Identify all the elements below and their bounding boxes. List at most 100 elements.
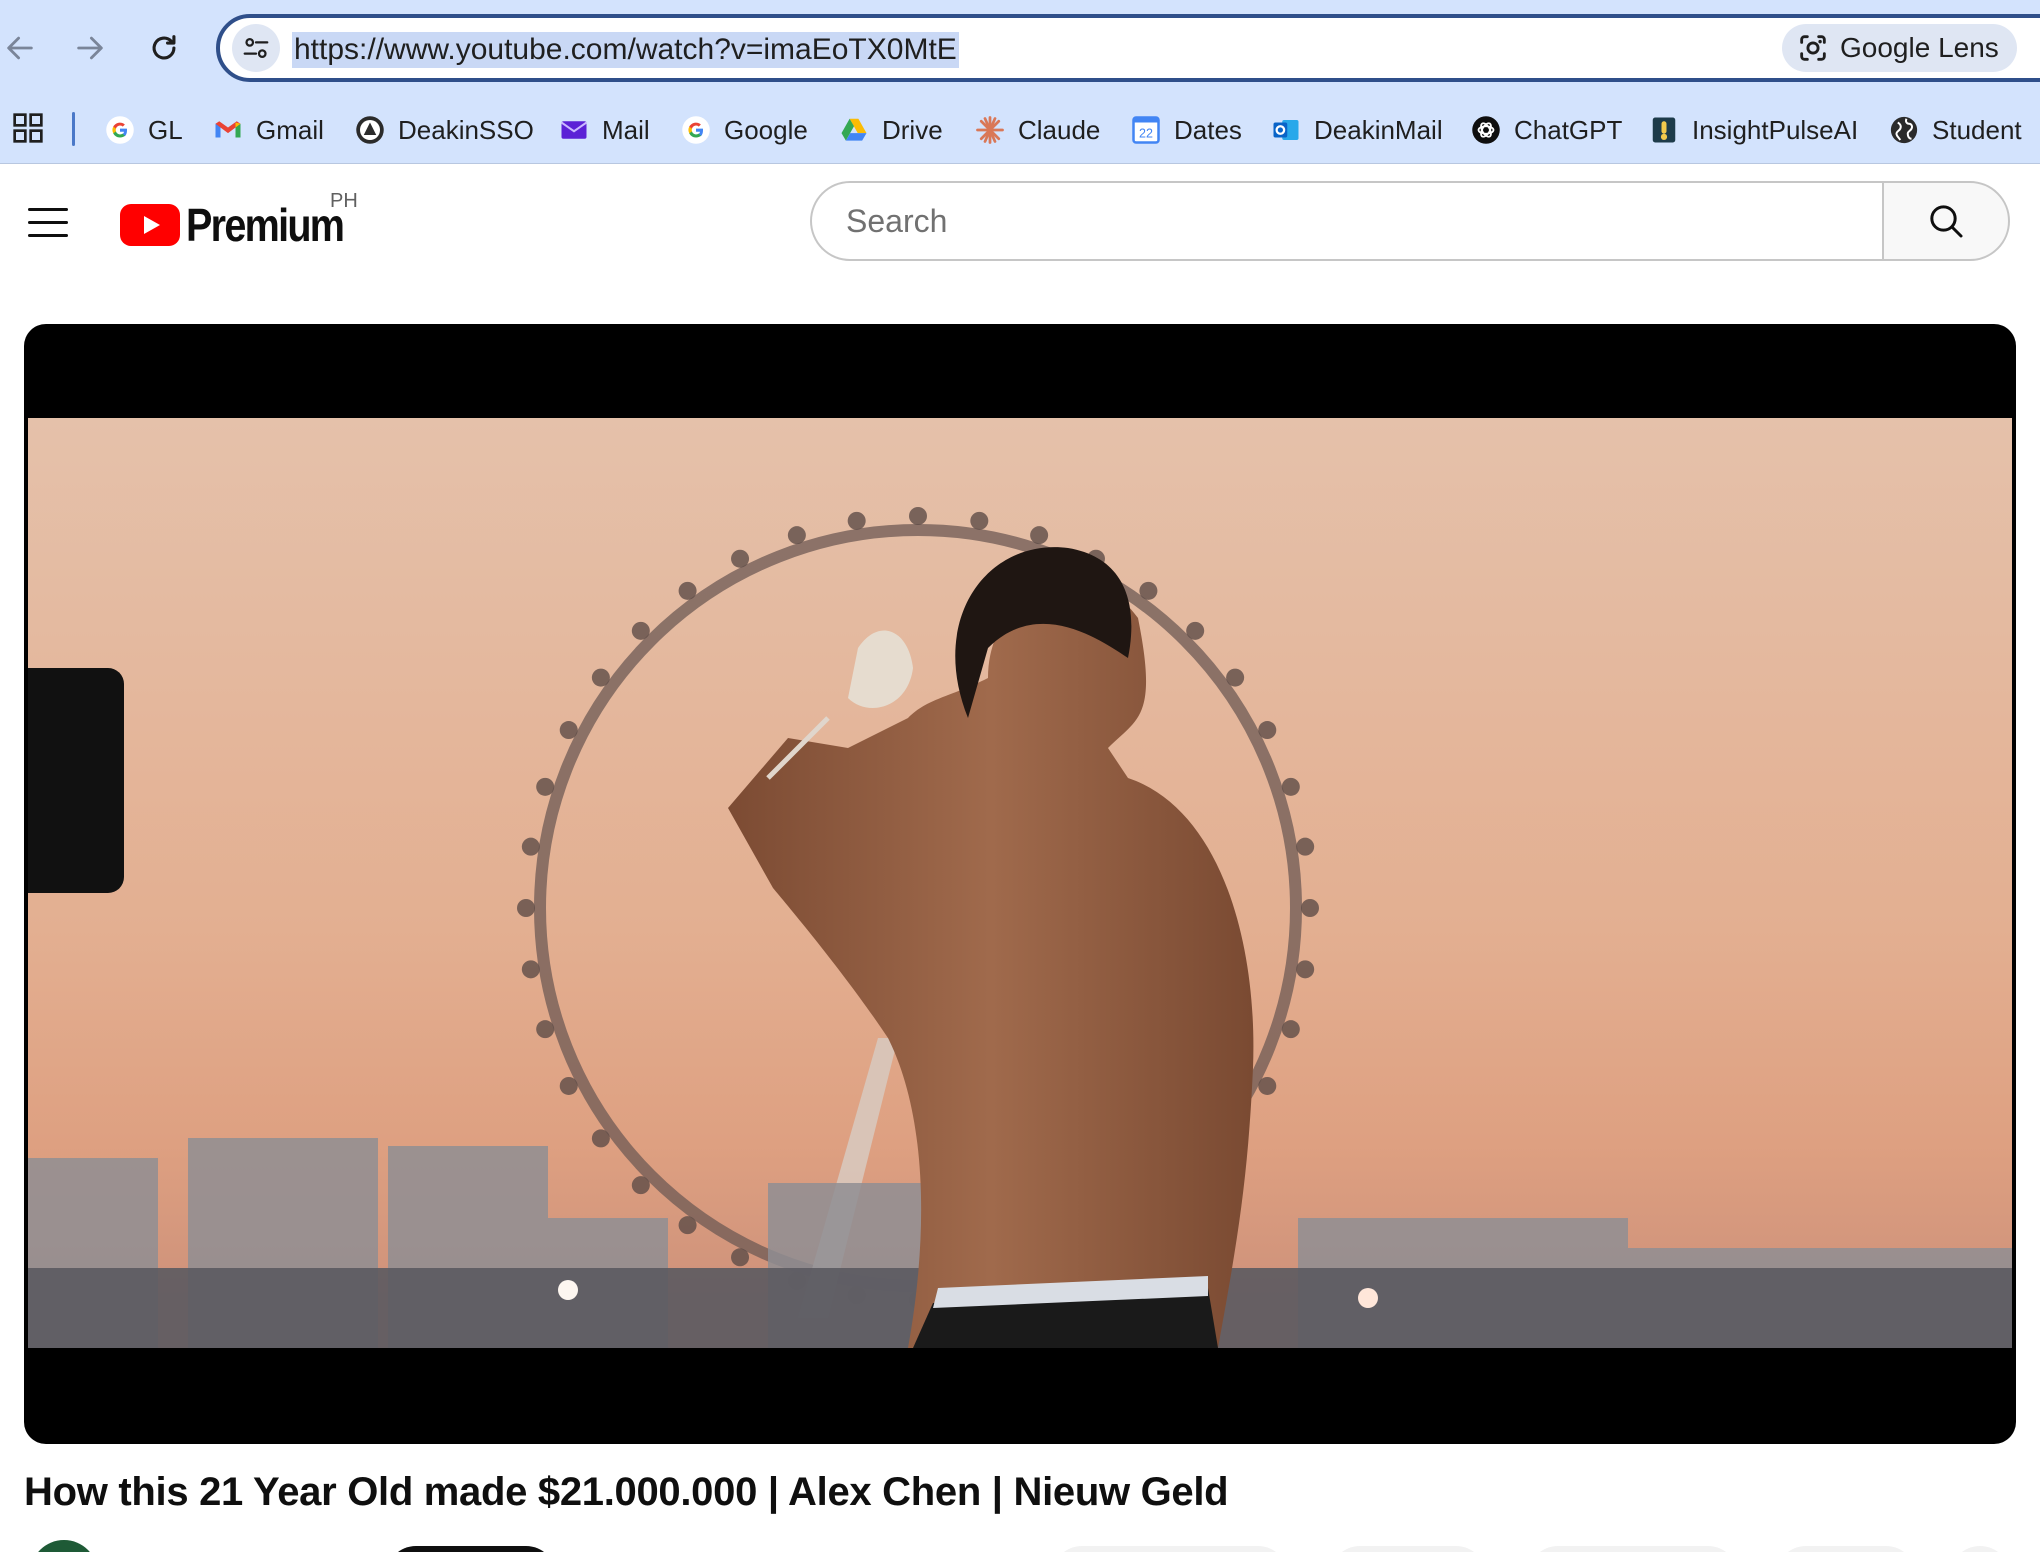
svg-text:22: 22 [1139, 127, 1153, 141]
arrow-left-icon [7, 36, 33, 60]
forward-button[interactable] [64, 22, 116, 74]
insightpulse-icon [1648, 114, 1680, 146]
wheel-cabin [1296, 960, 1315, 979]
wheel-cabin [1186, 621, 1205, 640]
download-button[interactable] [1528, 1546, 1738, 1552]
video-title: How this 21 Year Old made $21.000.000 | … [24, 1470, 1229, 1514]
google-lens-button[interactable]: Google Lens [1782, 24, 2017, 72]
wheel-cabin [521, 960, 540, 979]
wheel-cabin [678, 1216, 697, 1235]
globe-icon [1888, 114, 1920, 146]
bookmarks-bar: GL Gmail DeakinSSO Mail Google Drive Cla… [0, 96, 2040, 164]
bookmark-student[interactable]: Student [1888, 110, 2022, 150]
bookmark-label: Drive [882, 114, 943, 145]
wheel-cabin [1281, 1020, 1300, 1039]
reload-icon [152, 35, 176, 60]
wheel-cabin [1226, 668, 1245, 687]
wheel-cabin [1030, 526, 1049, 545]
wheel-cabin [1301, 899, 1319, 917]
channel-avatar[interactable] [30, 1540, 98, 1552]
bookmark-drive[interactable]: Drive [838, 110, 943, 150]
wheel-cabin [970, 511, 989, 530]
wheel-cabin [559, 1076, 578, 1095]
bookmark-label: Google [724, 114, 808, 145]
apps-grid-icon[interactable] [12, 112, 44, 144]
wheel-cabin [559, 721, 578, 740]
bookmark-insightpulseai[interactable]: InsightPulseAI [1648, 110, 1858, 150]
google-g-icon [680, 114, 712, 146]
wheel-cabin [1258, 1076, 1277, 1095]
bookmark-label: InsightPulseAI [1692, 114, 1859, 145]
bookmark-label: Student [1932, 114, 2022, 145]
site-info-button[interactable] [232, 24, 280, 72]
wheel-cabin [536, 1020, 555, 1039]
back-button[interactable] [0, 22, 46, 74]
like-dislike-pill[interactable] [1052, 1546, 1288, 1552]
search-input[interactable]: Search [810, 181, 1884, 261]
wheel-cabin [787, 526, 806, 545]
bookmark-label: Claude [1018, 114, 1101, 145]
bookmark-label: Gmail [256, 114, 324, 145]
wheel-cabin [591, 668, 610, 687]
bookmark-label: GL [148, 114, 183, 145]
wheel-cabin [678, 581, 697, 600]
share-button[interactable] [1330, 1546, 1486, 1552]
wheel-cabin [631, 1176, 650, 1195]
arrow-right-icon [77, 36, 103, 60]
hamburger-menu-icon[interactable] [20, 198, 76, 246]
wheel-cabin [1139, 581, 1158, 600]
bookmark-gmail[interactable]: Gmail [212, 110, 324, 150]
video-frame-scene [28, 418, 2012, 1348]
youtube-play-icon [120, 204, 180, 246]
bookmark-deakinsso[interactable]: DeakinSSO [354, 110, 534, 150]
address-bar[interactable]: https://www.youtube.com/watch?v=imaEoTX0… [216, 14, 2040, 82]
wheel-cabin [591, 1129, 610, 1148]
country-code: PH [330, 190, 358, 212]
wheel-cabin [1281, 777, 1300, 796]
search-button[interactable] [1882, 181, 2010, 261]
gmail-icon [212, 114, 244, 146]
tune-icon [243, 38, 269, 58]
reload-button[interactable] [138, 22, 190, 74]
bookmark-label: DeakinMail [1314, 114, 1443, 145]
drive-icon [838, 114, 870, 146]
bookmark-label: Dates [1174, 114, 1242, 145]
clip-button[interactable] [1776, 1546, 1916, 1552]
outlook-icon [1270, 114, 1302, 146]
video-frame [28, 418, 2012, 1348]
url-text[interactable]: https://www.youtube.com/watch?v=imaEoTX0… [292, 32, 959, 68]
google-lens-label: Google Lens [1840, 32, 1999, 63]
video-player[interactable] [24, 324, 2016, 1444]
subscribe-button[interactable] [386, 1546, 556, 1552]
chatgpt-icon [1470, 114, 1502, 146]
bookmark-dates[interactable]: 22 Dates [1130, 110, 1242, 150]
bookmark-claude[interactable]: Claude [974, 110, 1100, 150]
search-placeholder: Search [846, 203, 948, 239]
bookmark-gl[interactable]: GL [104, 110, 183, 150]
bookmarks-divider [72, 112, 75, 146]
youtube-masthead: Premium PH Search [0, 164, 2040, 280]
wheel-cabin [731, 549, 750, 568]
bookmark-label: DeakinSSO [398, 114, 534, 145]
wheel-cabin [847, 511, 866, 530]
bookmark-google[interactable]: Google [680, 110, 808, 150]
wheel-cabin [1296, 837, 1315, 856]
wheel-cabin [517, 899, 535, 917]
bookmark-label: ChatGPT [1514, 114, 1623, 145]
wheel-cabin [1258, 721, 1277, 740]
mail-icon [558, 114, 590, 146]
calendar-icon: 22 [1130, 114, 1162, 146]
bookmark-mail[interactable]: Mail [558, 110, 650, 150]
bookmark-chatgpt[interactable]: ChatGPT [1470, 110, 1622, 150]
wheel-cabin [731, 1248, 750, 1267]
bookmark-label: Mail [602, 114, 650, 145]
wheel-cabin [536, 777, 555, 796]
google-g-icon [104, 114, 136, 146]
deakin-icon [354, 114, 386, 146]
wheel-cabin [909, 507, 927, 525]
more-actions-button[interactable] [1950, 1546, 2010, 1552]
logo-text: Premium [186, 199, 345, 251]
bookmark-deakinmail[interactable]: DeakinMail [1270, 110, 1443, 150]
camera-lens-icon [1800, 35, 1826, 61]
wheel-cabin [631, 621, 650, 640]
